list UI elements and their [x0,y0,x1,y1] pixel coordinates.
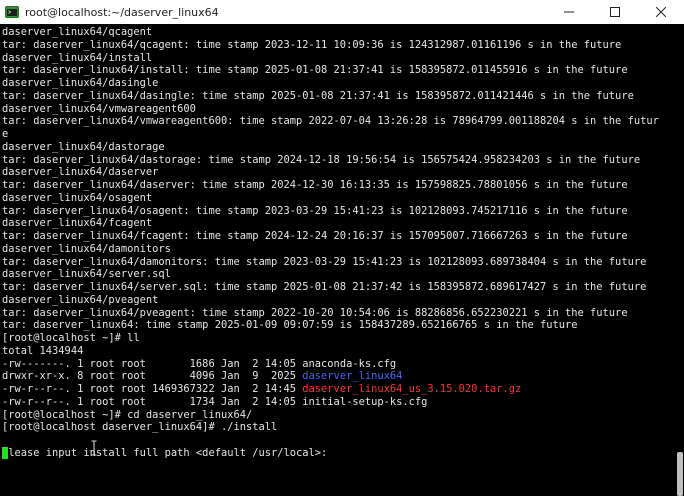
file-listing-row: drwxr-xr-x. 8 root root 4096 Jan 9 2025 … [2,370,676,383]
file-attributes: drwxr-xr-x. 8 root root 4096 Jan 9 2025 [2,370,303,383]
minimize-button[interactable] [546,0,592,24]
terminal-line: tar: daserver_linux64/fcagent: time stam… [2,230,628,242]
terminal-line: daserver_linux64/damonitors [2,242,171,255]
scrollbar-thumb[interactable] [677,452,683,496]
maximize-button[interactable] [592,0,638,24]
terminal-app-icon [5,5,19,19]
maximize-icon [610,7,620,17]
file-name: daserver_linux64 [302,370,403,383]
terminal-line: daserver_linux64/vmwareagent600 [2,102,196,115]
terminal-line: daserver_linux64/osagent [2,191,153,204]
file-listing-row: -rw-r--r--. 1 root root 1469367322 Jan 2… [2,383,676,396]
terminal-line: tar: daserver_linux64/vmwareagent600: ti… [2,115,659,128]
close-icon [656,7,666,17]
terminal-line: tar: daserver_linux64/qcagent: time stam… [2,38,622,51]
vertical-scrollbar[interactable] [676,24,684,496]
file-name: anaconda-ks.cfg [302,357,397,370]
title-bar[interactable]: root@localhost:~/daserver_linux64 [0,0,684,24]
terminal-line: daserver_linux64/daserver [2,166,159,179]
terminal-line: tar: daserver_linux64/pveagent: time sta… [2,306,628,319]
terminal-line: daserver_linux64/fcagent [2,217,153,230]
terminal-line: e [2,128,9,140]
terminal-line: tar: daserver_linux64/osagent: time stam… [2,204,628,217]
terminal-line: daserver_linux64/dastorage [2,140,165,153]
close-button[interactable] [638,0,684,24]
terminal-line: Please input install full path <default … [2,446,328,459]
terminal-line: total 1434944 [2,344,84,357]
terminal-output[interactable]: daserver_linux64/qcagent tar: daserver_li… [0,24,676,481]
file-name: initial-setup-ks.cfg [302,395,428,408]
terminal-line: tar: daserver_linux64/dastorage: time st… [2,153,641,166]
text-ibeam-cursor-icon [91,440,97,456]
terminal-cursor [2,447,8,459]
terminal-line: tar: daserver_linux64/server.sql: time s… [2,281,647,293]
file-name: daserver_linux64_us_3.15.020.tar.gz [302,383,522,395]
terminal-line: [root@localhost daserver_linux64]# ./ins… [2,421,278,434]
terminal-line: daserver_linux64/install [2,51,153,64]
terminal-line: [root@localhost ~]# cd daserver_linux64/ [2,408,253,421]
file-listing-row: -rw-------. 1 root root 1686 Jan 2 14:05… [2,358,676,371]
file-attributes: -rw-------. 1 root root 1686 Jan 2 14:05 [2,357,303,370]
terminal-line: daserver_linux64/dasingle [2,77,159,89]
terminal-line: tar: daserver_linux64/dasingle: time sta… [2,89,634,102]
terminal-line: [root@localhost ~]# ll [2,332,140,344]
file-attributes: -rw-r--r--. 1 root root 1734 Jan 2 14:05 [2,395,303,408]
terminal-line: tar: daserver_linux64/install: time stam… [2,64,628,77]
window-title: root@localhost:~/daserver_linux64 [25,5,219,19]
minimize-icon [564,11,574,13]
terminal-line: daserver_linux64/qcagent [2,26,153,38]
file-attributes: -rw-r--r--. 1 root root 1469367322 Jan 2… [2,383,303,395]
terminal-line: tar: daserver_linux64: time stamp 2025-0… [2,319,578,332]
terminal-line: daserver_linux64/server.sql [2,268,171,281]
terminal-line: tar: daserver_linux64/daserver: time sta… [2,179,628,191]
terminal-line: daserver_linux64/pveagent [2,293,159,306]
file-listing-row: -rw-r--r--. 1 root root 1734 Jan 2 14:05… [2,396,676,409]
terminal-line: tar: daserver_linux64/damonitors: time s… [2,255,647,268]
